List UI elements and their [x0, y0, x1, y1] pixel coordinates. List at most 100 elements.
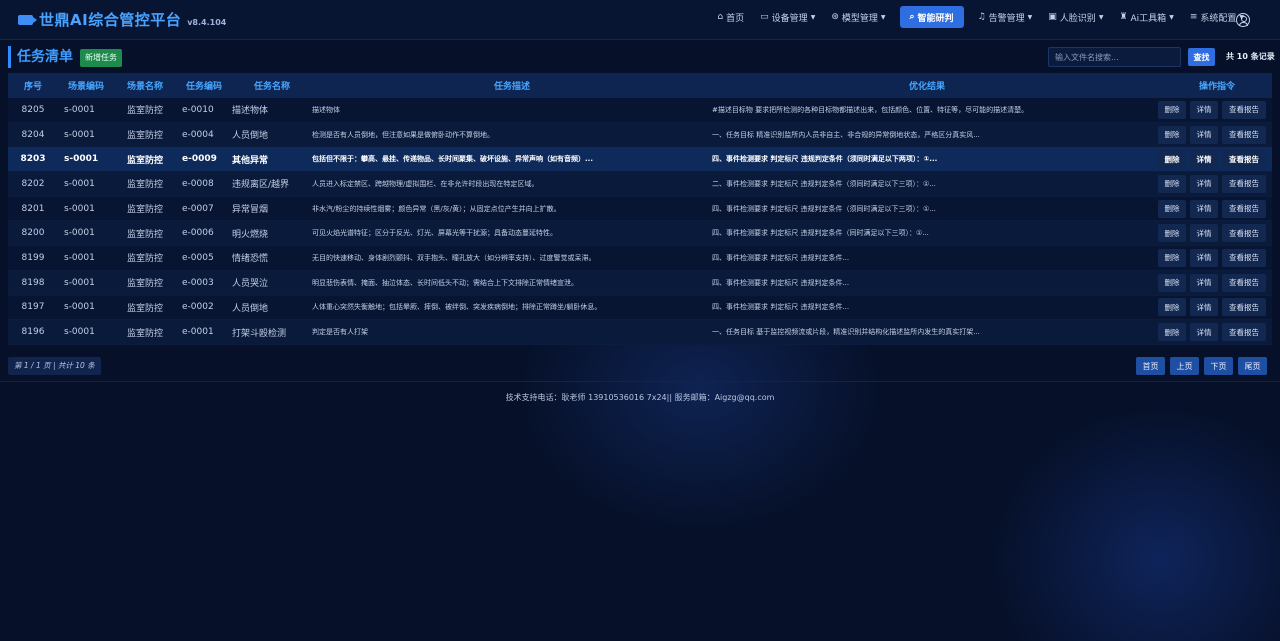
footer-support-text: 技术支持电话：耿老师 13910536016 7x24|| 服务邮箱：Aigzg…: [505, 393, 775, 402]
nav-item-4[interactable]: ♫ 告警管理 ▼: [970, 6, 1041, 28]
cell-description: 检测是否有人员倒地，但注意如果是做俯卧动作不算倒地。: [312, 130, 494, 139]
view-report-button[interactable]: 查看报告: [1222, 323, 1266, 342]
delete-button[interactable]: 删除: [1158, 248, 1186, 267]
view-report-button[interactable]: 查看报告: [1222, 224, 1266, 243]
view-report-button[interactable]: 查看报告: [1222, 199, 1266, 218]
view-report-button[interactable]: 查看报告: [1222, 100, 1266, 119]
cell-description: 可见火焰光谱特征；区分于反光、灯光、屏幕光等干扰源；具备动态蔓延特性。: [312, 229, 557, 238]
table-row[interactable]: 8200 s-0001 监室防控 e-0006 明火燃烧 可见火焰光谱特征；区分于反光、灯…: [8, 221, 1272, 247]
detail-button[interactable]: 详情: [1190, 199, 1218, 218]
add-task-button[interactable]: 新增任务: [80, 49, 122, 67]
cell-result: 四、事件检测要求 判定标尺 违规判定条件（须同时满足以下三项）：①...: [712, 204, 936, 213]
view-report-button[interactable]: 查看报告: [1222, 150, 1266, 169]
table-row[interactable]: 8201 s-0001 监室防控 e-0007 异常冒烟 非水汽/粉尘的持续性烟雾；颜色异…: [8, 196, 1272, 222]
nav-item-6[interactable]: ♜ Ai工具箱 ▼: [1111, 6, 1181, 28]
nav-item-1[interactable]: ▭ 设备管理 ▼: [752, 6, 823, 28]
cell-description: 明显悲伤表情、掩面、抽泣体态、长时间低头不动；需结合上下文排除正常情绪宣泄。: [312, 278, 578, 287]
last-page-button[interactable]: 尾页: [1238, 357, 1267, 375]
table-row[interactable]: 8205 s-0001 监室防控 e-0010 描述物体 描述物体 #描述目标物 要求把所检…: [8, 98, 1272, 123]
nav-item-5[interactable]: ▣ 人脸识别 ▼: [1040, 6, 1111, 28]
view-report-button[interactable]: 查看报告: [1222, 174, 1266, 193]
video-camera-icon: [18, 14, 37, 25]
cell-scene-name: 监室防控: [126, 229, 163, 240]
prev-page-button[interactable]: 上页: [1170, 357, 1199, 375]
table-row[interactable]: 8199 s-0001 监室防控 e-0005 情绪恐慌 无目的快速移动、身体剧烈颤抖、双…: [8, 246, 1272, 271]
delete-button[interactable]: 删除: [1158, 150, 1186, 169]
cell-scene-name: 监室防控: [126, 303, 163, 314]
pagination: 首页 上页 下页 尾页: [1136, 357, 1267, 375]
column-header-scene-name: 场景名称: [126, 82, 163, 92]
table-row[interactable]: 8203 s-0001 监室防控 e-0009 其他异常 包括但不限于：攀高、悬挂、传递物…: [8, 147, 1272, 173]
cell-task-code: e-0003: [182, 277, 214, 288]
nav-item-label: 人脸识别: [1059, 13, 1096, 24]
bell-icon: ♫: [977, 12, 986, 22]
delete-button[interactable]: 删除: [1158, 323, 1186, 342]
cell-scene-name: 监室防控: [126, 155, 163, 166]
detail-button[interactable]: 详情: [1190, 248, 1218, 267]
cell-scene-code: s-0001: [64, 154, 99, 165]
cell-scene-name: 监室防控: [126, 106, 163, 117]
delete-button[interactable]: 删除: [1158, 125, 1186, 144]
cell-result: #描述目标物 要求把所检测的各种目标物都描述出来，包括颜色、位置、特征等，尽可能…: [712, 105, 1029, 114]
delete-button[interactable]: 删除: [1158, 174, 1186, 193]
delete-button[interactable]: 删除: [1158, 273, 1186, 292]
cell-description: 非水汽/粉尘的持续性烟雾；颜色异常（黑/灰/黄）；从固定点位产生并向上扩散。: [312, 204, 561, 213]
search-input[interactable]: [1048, 47, 1181, 67]
cell-task-code: e-0002: [182, 302, 214, 313]
nav-item-2[interactable]: ⊛ 模型管理 ▼: [823, 6, 893, 28]
table-row[interactable]: 8202 s-0001 监室防控 e-0008 违规离区/越界 人员进入标定禁区、跨越物理…: [8, 172, 1272, 197]
cell-task-name: 人员哭泣: [232, 279, 269, 290]
task-table: 序号 场景编码 场景名称 任务编码 任务名称 任务描述 优化结果 操作指令 82…: [8, 73, 1272, 345]
detail-button[interactable]: 详情: [1190, 224, 1218, 243]
detail-button[interactable]: 详情: [1190, 273, 1218, 292]
brand[interactable]: 世鼎AI综合管控平台 v8.4.104: [18, 9, 226, 30]
detail-button[interactable]: 详情: [1190, 323, 1218, 342]
cell-scene-name: 监室防控: [126, 205, 163, 216]
cell-scene-code: s-0001: [64, 327, 95, 338]
search-button[interactable]: 查找: [1188, 48, 1215, 66]
footer-divider: [0, 381, 1280, 382]
view-report-button[interactable]: 查看报告: [1222, 248, 1266, 267]
nav-item-0[interactable]: ⌂ 首页: [709, 6, 752, 28]
detail-button[interactable]: 详情: [1190, 125, 1218, 144]
cell-task-name: 异常冒烟: [232, 205, 269, 216]
view-report-button[interactable]: 查看报告: [1222, 125, 1266, 144]
detail-button[interactable]: 详情: [1190, 100, 1218, 119]
detail-button[interactable]: 详情: [1190, 298, 1218, 317]
table-row[interactable]: 8204 s-0001 监室防控 e-0004 人员倒地 检测是否有人员倒地，但注意如果是…: [8, 122, 1272, 148]
cell-scene-name: 监室防控: [126, 279, 163, 290]
caret-down-icon: ▼: [1098, 13, 1104, 21]
delete-button[interactable]: 删除: [1158, 224, 1186, 243]
main-nav: ⌂ 首页 ▭ 设备管理 ▼ ⊛ 模型管理 ▼ ⌕ 智能研判 ♫ 告警管理 ▼ ▣ 人脸识别 ▼ ♜ Ai工具箱 ▼ ≡…: [709, 6, 1252, 28]
user-account-icon[interactable]: [1236, 13, 1250, 27]
column-header-id: 序号: [23, 82, 42, 92]
id-card-icon: ▣: [1048, 12, 1057, 22]
nav-item-label: 智能研判: [917, 13, 954, 24]
nav-item-label: 首页: [726, 13, 745, 24]
table-row[interactable]: 8196 s-0001 监室防控 e-0001 打架斗殴检测 判定是否有人打架 一、任务目标…: [8, 320, 1272, 345]
cell-task-name: 情绪恐慌: [232, 254, 269, 265]
delete-button[interactable]: 删除: [1158, 100, 1186, 119]
cell-id: 8205: [21, 104, 45, 115]
detail-button[interactable]: 详情: [1190, 150, 1218, 169]
delete-button[interactable]: 删除: [1158, 199, 1186, 218]
table-row[interactable]: 8198 s-0001 监室防控 e-0003 人员哭泣 明显悲伤表情、掩面、抽泣体态、长…: [8, 270, 1272, 296]
view-report-button[interactable]: 查看报告: [1222, 298, 1266, 317]
cell-result: 四、事件检测要求 判定标尺 违规判定条件（同时满足以下三项）：①...: [712, 229, 929, 238]
cell-result: 四、事件检测要求 判定标尺 违规判定条件...: [712, 253, 850, 262]
cell-task-code: e-0008: [182, 178, 214, 189]
cell-result: 一、任务目标 基于监控视频流或片段，精准识别并结构化描述监所内发生的真实打架..…: [712, 328, 980, 337]
delete-button[interactable]: 删除: [1158, 298, 1186, 317]
camera-icon: ▭: [760, 12, 769, 22]
table-row[interactable]: 8197 s-0001 监室防控 e-0002 人员倒地 人体重心突然失衡触地；包括晕厥、…: [8, 295, 1272, 321]
nav-item-label: Ai工具箱: [1130, 13, 1167, 24]
nav-item-3[interactable]: ⌕ 智能研判: [899, 6, 964, 28]
cell-id: 8203: [20, 154, 46, 165]
next-page-button[interactable]: 下页: [1204, 357, 1233, 375]
cell-description: 人体重心突然失衡触地；包括晕厥、摔倒、被绊倒、突发疾病倒地；排除正常蹲坐/躺卧休…: [312, 303, 602, 312]
first-page-button[interactable]: 首页: [1136, 357, 1165, 375]
cell-id: 8197: [21, 302, 45, 313]
column-header-actions: 操作指令: [1198, 82, 1235, 92]
detail-button[interactable]: 详情: [1190, 174, 1218, 193]
view-report-button[interactable]: 查看报告: [1222, 273, 1266, 292]
